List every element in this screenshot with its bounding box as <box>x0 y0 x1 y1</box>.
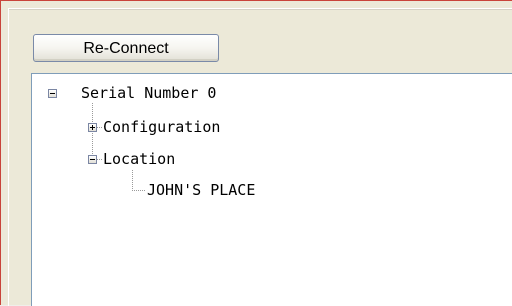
tree-connector <box>97 159 102 160</box>
window-panel: Re-Connect Serial Number 0 Configuration… <box>0 0 512 306</box>
panel-shadow <box>9 9 512 10</box>
tree-node-serial-number[interactable]: Serial Number 0 <box>81 84 216 102</box>
tree-node-configuration[interactable]: Configuration <box>103 118 220 136</box>
tree-node-johns-place[interactable]: JOHN'S PLACE <box>147 181 255 199</box>
tree-connector <box>132 190 145 191</box>
collapse-icon[interactable] <box>48 89 57 98</box>
panel-highlight-left <box>8 8 9 306</box>
tree-view[interactable]: Serial Number 0 Configuration Location J… <box>31 73 512 306</box>
tree-connector <box>97 127 102 128</box>
collapse-icon[interactable] <box>88 155 97 164</box>
tree-node-location[interactable]: Location <box>103 150 175 168</box>
expand-icon[interactable] <box>88 123 97 132</box>
reconnect-button[interactable]: Re-Connect <box>33 34 219 62</box>
tree-connector <box>132 170 133 189</box>
